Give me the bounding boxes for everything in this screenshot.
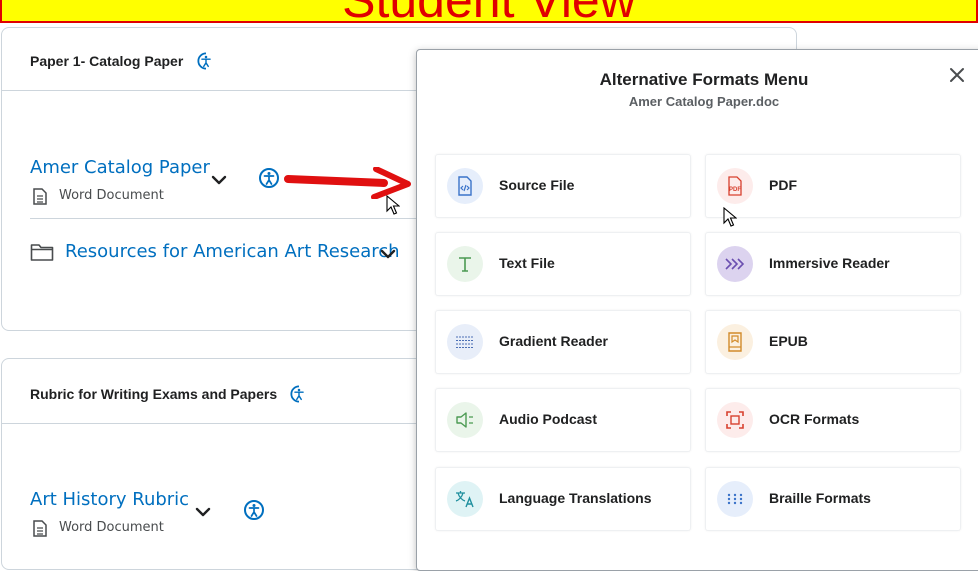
format-option-label: Source File <box>499 177 575 193</box>
document-icon <box>33 188 47 205</box>
accessibility-icon[interactable] <box>290 385 308 403</box>
art-history-rubric-link[interactable]: Art History Rubric <box>30 489 189 510</box>
alternative-formats-dialog: Alternative Formats Menu Amer Catalog Pa… <box>416 49 978 571</box>
ocr-scan-icon <box>717 402 753 438</box>
accessibility-icon[interactable] <box>197 52 215 70</box>
format-option-label: OCR Formats <box>769 411 860 427</box>
chevrons-icon <box>717 246 753 282</box>
chevron-down-icon[interactable] <box>195 507 211 517</box>
book-icon <box>717 324 753 360</box>
document-icon <box>33 520 47 537</box>
mouse-cursor-icon <box>386 195 400 215</box>
student-view-banner: Student View <box>0 0 978 23</box>
code-file-icon <box>447 168 483 204</box>
document-type-label: Word Document <box>59 188 164 203</box>
speaker-icon <box>447 402 483 438</box>
svg-text:PDF: PDF <box>729 187 741 193</box>
amer-catalog-paper-link[interactable]: Amer Catalog Paper <box>30 157 210 178</box>
format-option-immersive-reader[interactable]: Immersive Reader <box>705 232 961 296</box>
document-type-label: Word Document <box>59 520 164 535</box>
text-t-icon <box>447 246 483 282</box>
dialog-title: Alternative Formats Menu <box>599 70 809 89</box>
pdf-icon: PDF <box>717 168 753 204</box>
format-option-ocr-formats[interactable]: OCR Formats <box>705 388 961 452</box>
accessibility-icon[interactable] <box>243 499 265 521</box>
format-option-label: Language Translations <box>499 490 652 506</box>
format-option-language-translations[interactable]: Language Translations <box>435 467 691 531</box>
section-title: Paper 1- Catalog Paper <box>30 53 184 69</box>
format-option-label: EPUB <box>769 333 808 349</box>
format-option-audio-podcast[interactable]: Audio Podcast <box>435 388 691 452</box>
translate-icon <box>447 481 483 517</box>
accessibility-icon[interactable] <box>258 167 280 189</box>
format-option-label: Immersive Reader <box>769 255 890 271</box>
format-option-label: Text File <box>499 255 555 271</box>
format-option-gradient-reader[interactable]: Gradient Reader <box>435 310 691 374</box>
dialog-subtitle: Amer Catalog Paper.doc <box>628 94 780 109</box>
format-option-pdf[interactable]: PDF PDF <box>705 154 961 218</box>
mouse-cursor-icon <box>723 207 737 227</box>
banner-text: Student View <box>2 0 976 21</box>
format-option-text-file[interactable]: Text File <box>435 232 691 296</box>
format-option-source-file[interactable]: Source File <box>435 154 691 218</box>
format-option-label: PDF <box>769 177 797 193</box>
chevron-down-icon[interactable] <box>211 175 227 185</box>
format-option-label: Gradient Reader <box>499 333 608 349</box>
close-icon[interactable] <box>948 66 966 84</box>
format-option-braille-formats[interactable]: Braille Formats <box>705 467 961 531</box>
braille-dots-icon <box>717 481 753 517</box>
format-option-epub[interactable]: EPUB <box>705 310 961 374</box>
resources-folder-link[interactable]: Resources for American Art Research <box>65 241 400 262</box>
section-title: Rubric for Writing Exams and Papers <box>30 386 278 402</box>
folder-icon <box>30 244 54 261</box>
gradient-lines-icon <box>447 324 483 360</box>
divider <box>30 218 416 219</box>
format-option-label: Audio Podcast <box>499 411 598 427</box>
format-option-label: Braille Formats <box>769 490 871 506</box>
chevron-down-icon[interactable] <box>380 249 396 259</box>
